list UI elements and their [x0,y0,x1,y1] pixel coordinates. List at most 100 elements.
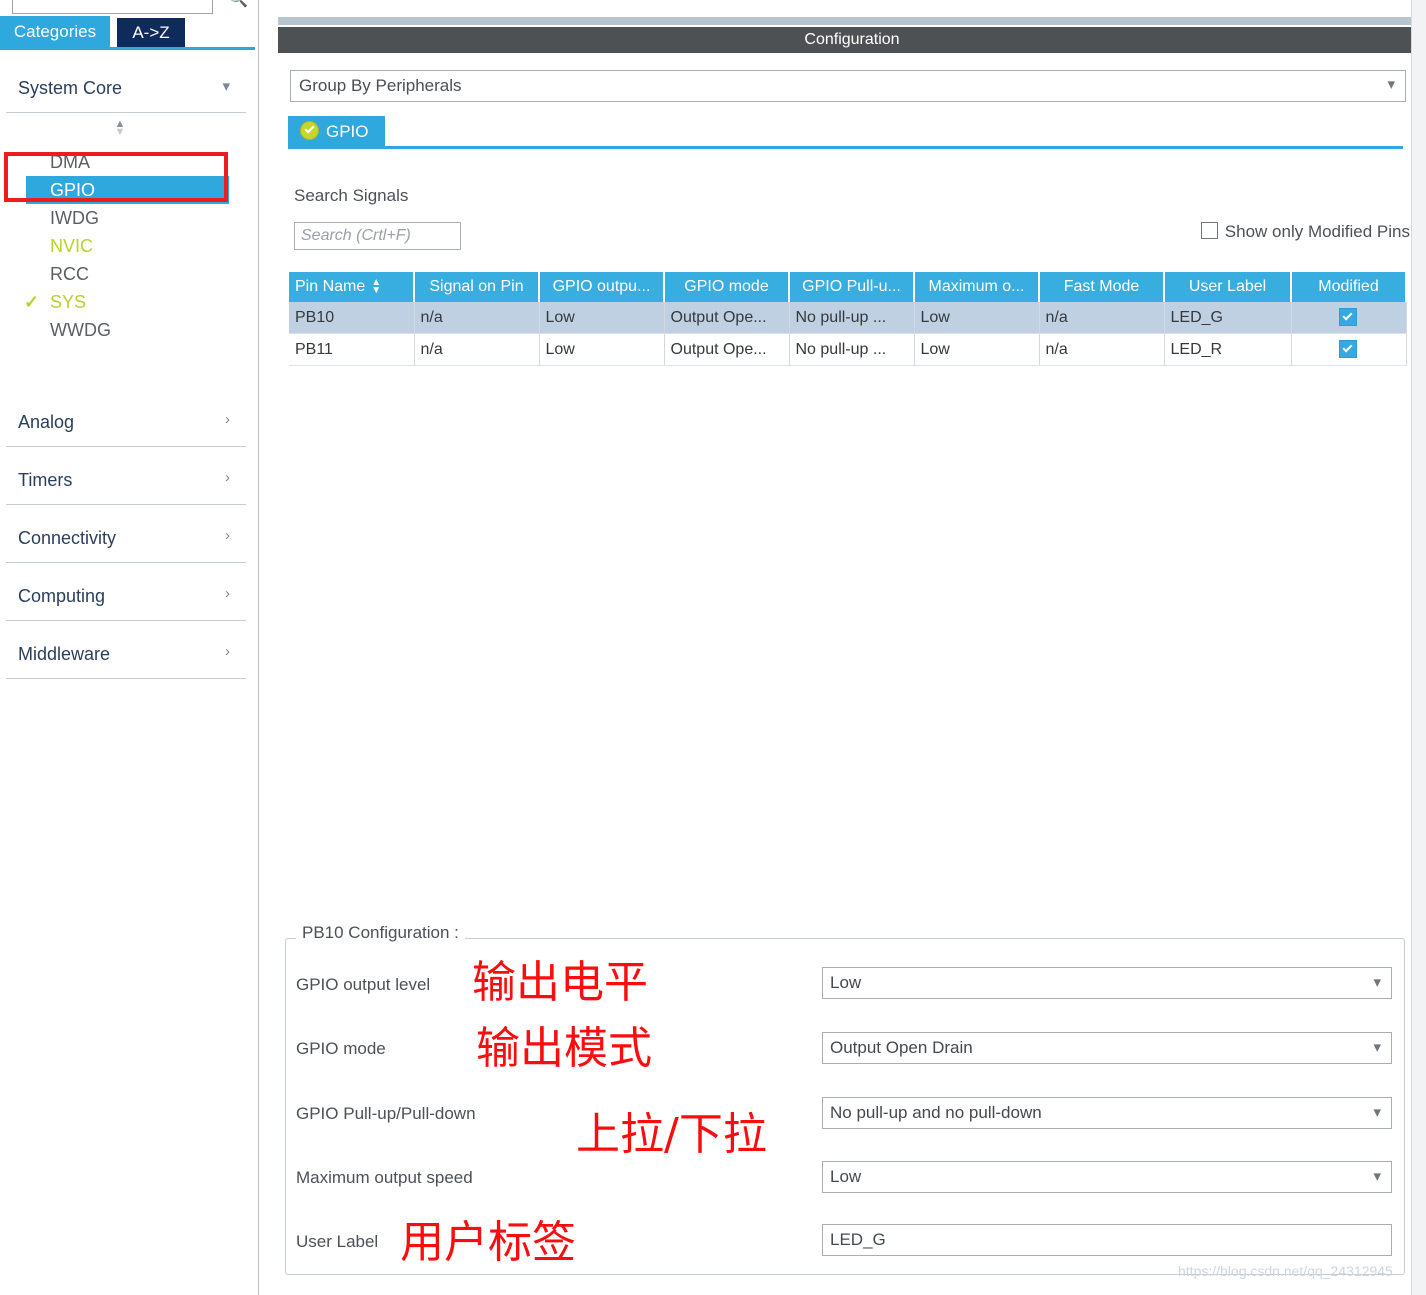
sidebar-group-timers[interactable]: Timers › [6,458,246,505]
cell-gpio-pull: No pull-up ... [789,302,915,334]
select-maximum-output-speed[interactable]: Low ▾ [822,1161,1392,1193]
select-gpio-pull-up-pull-down[interactable]: No pull-up and no pull-down ▾ [822,1097,1392,1129]
chevron-down-icon[interactable]: ▾ [222,77,230,95]
tabstrip-underline [0,47,255,50]
sidebar-group-analog[interactable]: Analog › [6,400,246,447]
sidebar-item-sys[interactable]: ✓ SYS [0,288,258,316]
tab-underline [288,146,1403,149]
annotation-output-level: 输出电平 [472,957,648,1008]
table-row[interactable]: PB10 n/a Low Output Ope... No pull-up ..… [289,302,1407,334]
cell-gpio-output-level: Low [539,302,665,334]
tab-gpio[interactable]: GPIO [288,116,385,147]
label-user-label: User Label [296,1232,379,1251]
input-user-label[interactable]: LED_G [822,1224,1392,1256]
sidebar-item-label: WWDG [50,320,111,340]
sidebar-item-dma[interactable]: DMA [0,148,258,176]
chevron-right-icon[interactable]: › [225,527,230,544]
group-by-value: Group By Peripherals [299,76,462,95]
cell-signal-on-pin: n/a [414,302,540,334]
search-signals-label: Search Signals [294,186,409,205]
cell-gpio-output-level: Low [539,333,665,366]
column-header-gpio-mode[interactable]: GPIO mode [664,272,790,302]
pin-table: Pin Name ▲ ▼ Signal on Pin GPIO outpu... G… [289,272,1407,366]
tab-categories[interactable]: Categories [0,16,110,47]
chevron-down-icon[interactable]: ▾ [1373,1103,1381,1121]
show-only-modified-pins-checkbox[interactable]: Show only Modified Pins [1200,220,1410,242]
sidebar-group-label: Analog [18,412,75,432]
label-gpio-output-level: GPIO output level [296,975,431,994]
sidebar-group-header[interactable]: Computing › [6,574,246,621]
chevron-right-icon[interactable]: › [225,469,230,486]
page-title: Configuration [278,27,1426,53]
annotation-user-label: 用户标签 [400,1217,576,1268]
sidebar-group-middleware[interactable]: Middleware › [6,632,246,679]
select-gpio-mode[interactable]: Output Open Drain ▾ [822,1032,1392,1064]
chevron-right-icon[interactable]: › [225,585,230,602]
sidebar-group-label: System Core [18,78,123,98]
label-gpio-mode: GPIO mode [296,1039,386,1058]
column-header-user-label[interactable]: User Label [1164,272,1292,302]
column-header-fast-mode[interactable]: Fast Mode [1039,272,1165,302]
sidebar-item-wwdg[interactable]: WWDG [0,316,258,344]
sidebar-item-nvic[interactable]: NVIC [0,232,258,260]
checkbox-checked-icon[interactable] [1339,308,1357,326]
select-gpio-output-level[interactable]: Low ▾ [822,967,1392,999]
peripheral-list: DMA GPIO IWDG NVIC RCC ✓ SYS WWDG [0,148,258,344]
input-value: LED_G [830,1230,886,1249]
chevron-down-icon[interactable]: ▾ [1387,75,1395,93]
chevron-down-icon[interactable]: ▾ [1373,1038,1381,1056]
chevron-right-icon[interactable]: › [225,411,230,428]
checkbox-checked-icon[interactable] [1339,340,1357,358]
sort-arrows-icon[interactable]: ▲ ▼ [371,277,381,295]
cell-fast-mode: n/a [1039,302,1165,334]
panel-top-bar [278,17,1426,25]
column-header-modified[interactable]: Modified [1291,272,1407,302]
sidebar-group-label: Timers [18,470,73,490]
sidebar-group-header[interactable]: Timers › [6,458,246,505]
cell-maximum-output: Low [914,333,1040,366]
chevron-down-icon[interactable]: ▾ [1373,1167,1381,1185]
sidebar-group-header[interactable]: System Core ▾ [6,66,246,113]
select-value: Low [830,973,862,992]
chevron-right-icon[interactable]: › [225,643,230,660]
sidebar-item-label: NVIC [50,236,94,256]
tab-a-to-z[interactable]: A->Z [117,18,185,47]
column-header-gpio-pull[interactable]: GPIO Pull-u... [789,272,915,302]
column-header-signal-on-pin[interactable]: Signal on Pin [414,272,540,302]
pin-configuration-legend: PB10 Configuration : [296,923,465,943]
sidebar-group-label: Middleware [18,644,111,664]
peripheral-scroll-arrows[interactable]: ▲ ▼ [108,119,132,142]
sidebar-search-input[interactable] [12,0,213,14]
checkbox-box[interactable] [1200,222,1218,239]
cell-pin-name: PB10 [289,302,415,334]
column-header-gpio-output-level[interactable]: GPIO outpu... [539,272,665,302]
cell-fast-mode: n/a [1039,333,1165,366]
show-only-modified-pins-label: Show only Modified Pins [1224,222,1410,241]
sidebar-group-system-core[interactable]: System Core ▾ [6,66,246,113]
sidebar-group-header[interactable]: Analog › [6,400,246,447]
sidebar-group-computing[interactable]: Computing › [6,574,246,621]
cell-gpio-mode: Output Ope... [664,333,790,366]
annotation-output-mode: 输出模式 [476,1023,652,1074]
column-header-pin-name[interactable]: Pin Name ▲ ▼ [289,272,415,302]
sidebar-group-header[interactable]: Middleware › [6,632,246,679]
group-by-select[interactable]: Group By Peripherals ▾ [290,70,1406,102]
magnifier-icon[interactable]: 🔍 [228,0,248,9]
sidebar-item-label: DMA [50,152,90,172]
sidebar-item-iwdg[interactable]: IWDG [0,204,258,232]
cell-modified[interactable] [1291,302,1407,334]
sidebar-item-label: IWDG [50,208,99,228]
sidebar-item-gpio[interactable]: GPIO [26,176,229,204]
right-scrollbar[interactable] [1411,0,1426,1295]
cell-gpio-mode: Output Ope... [664,302,790,334]
sidebar-group-connectivity[interactable]: Connectivity › [6,516,246,563]
search-input[interactable] [294,222,461,250]
cell-modified[interactable] [1291,333,1407,366]
sidebar-item-rcc[interactable]: RCC [0,260,258,288]
select-value: Output Open Drain [830,1038,973,1057]
sidebar-tabstrip: Categories A->Z [0,16,258,50]
sidebar-group-header[interactable]: Connectivity › [6,516,246,563]
table-row[interactable]: PB11 n/a Low Output Ope... No pull-up ..… [289,333,1407,366]
column-header-maximum-output[interactable]: Maximum o... [914,272,1040,302]
chevron-down-icon[interactable]: ▾ [1373,973,1381,991]
